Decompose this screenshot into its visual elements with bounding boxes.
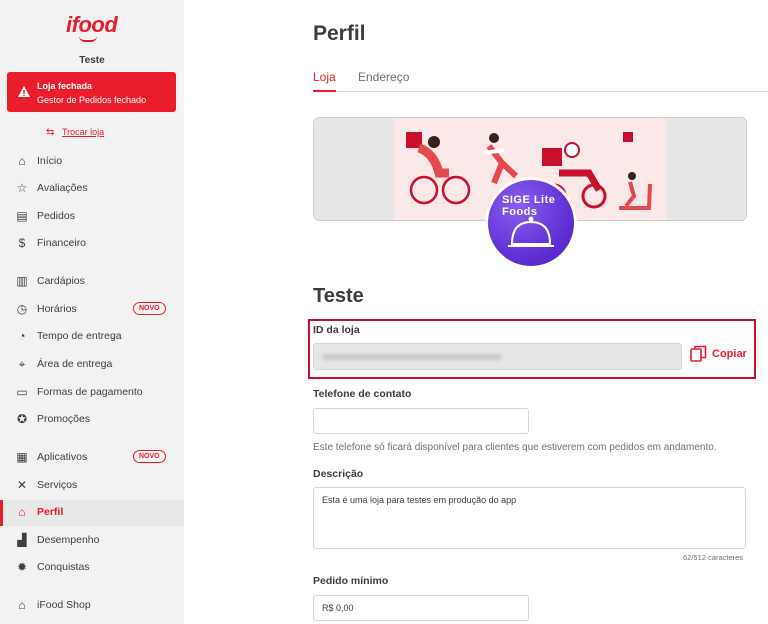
sidebar-item-label: Conquistas — [37, 561, 90, 573]
sidebar-item-avaliacoes[interactable]: ☆ Avaliações — [0, 176, 184, 202]
store-avatar[interactable]: SIGE Lite Foods — [485, 177, 577, 269]
page-title: Perfil — [313, 22, 366, 45]
swap-icon: ⇆ — [46, 127, 55, 138]
sidebar-item-label: Financeiro — [37, 237, 87, 249]
sidebar-item-area-entrega[interactable]: ⌖ Área de entrega — [0, 352, 184, 378]
sidebar-item-label: iFood Shop — [37, 599, 91, 611]
sidebar-item-horarios[interactable]: ◷ Horários NOVO — [0, 297, 184, 323]
store-logo-image: SIGE Lite Foods — [488, 180, 574, 266]
dollar-icon: $ — [18, 236, 26, 250]
copy-icon — [690, 345, 707, 362]
sidebar-item-label: Perfil — [37, 506, 64, 518]
sidebar-item-label: Avaliações — [37, 182, 88, 194]
phone-hint: Este telefone só ficará disponível para … — [313, 442, 717, 453]
sidebar-item-formas-pagamento[interactable]: ▭ Formas de pagamento — [0, 380, 184, 406]
sidebar-item-ifood-shop[interactable]: ⌂ iFood Shop — [0, 593, 184, 619]
sidebar-item-label: Promoções — [37, 413, 91, 425]
sidebar-item-cardapios[interactable]: ▥ Cardápios — [0, 269, 184, 295]
sidebar-item-promocoes[interactable]: ✪ Promoções — [0, 407, 184, 433]
medal-icon: ✹ — [16, 560, 28, 574]
sidebar-item-conquistas[interactable]: ✹ Conquistas — [0, 555, 184, 581]
tools-icon: ✕ — [16, 478, 28, 492]
sidebar-item-label: Aplicativos — [37, 451, 88, 463]
sidebar-item-label: Formas de pagamento — [37, 386, 143, 398]
warning-icon — [18, 86, 30, 97]
description-value: Esta é uma loja para testes em produção … — [322, 495, 517, 505]
menu-book-icon: ▥ — [16, 274, 28, 288]
card-icon: ▭ — [16, 385, 28, 399]
sidebar-item-label: Área de entrega — [37, 358, 113, 370]
store-id-blurred-value — [322, 354, 502, 360]
min-order-label: Pedido mínimo — [313, 575, 389, 587]
promo-icon: ✪ — [16, 412, 28, 426]
phone-label: Telefone de contato — [313, 388, 412, 400]
store-title: Teste — [313, 285, 364, 307]
sidebar-item-label: Tempo de entrega — [37, 330, 122, 342]
tab-loja[interactable]: Loja — [313, 70, 336, 92]
switch-store-link[interactable]: ⇆ Trocar loja — [46, 127, 105, 138]
cloche-icon — [508, 216, 554, 247]
store-name: Teste — [79, 55, 105, 66]
timer-icon: ◔ — [18, 329, 26, 343]
sidebar-item-label: Desempenho — [37, 534, 100, 546]
switch-store-label: Trocar loja — [62, 127, 105, 137]
home-icon: ⌂ — [18, 154, 26, 168]
map-pin-icon: ⌖ — [18, 357, 26, 371]
apps-icon: ▦ — [16, 450, 28, 464]
store-closed-alert[interactable]: Loja fechada Gestor de Pedidos fechado — [7, 72, 176, 112]
sidebar: ifood Teste Loja fechada Gestor de Pedid… — [0, 0, 184, 624]
phone-input[interactable] — [313, 408, 529, 434]
sidebar-item-label: Serviços — [37, 479, 78, 491]
new-badge: NOVO — [133, 450, 166, 463]
alert-subtitle: Gestor de Pedidos fechado — [37, 95, 147, 105]
alert-title: Loja fechada — [37, 81, 93, 91]
profile-tabs: Loja Endereço — [313, 70, 768, 92]
sidebar-item-pedidos[interactable]: ▤ Pedidos — [0, 204, 184, 230]
min-order-input[interactable]: R$ 0,00 — [313, 595, 529, 621]
description-counter: 62/512 caracteres — [683, 553, 744, 562]
description-textarea[interactable]: Esta é uma loja para testes em produção … — [313, 487, 746, 549]
star-icon: ☆ — [16, 181, 28, 195]
copy-label: Copiar — [712, 348, 747, 360]
sidebar-item-label: Início — [37, 155, 63, 167]
sidebar-item-aplicativos[interactable]: ▦ Aplicativos NOVO — [0, 445, 184, 471]
ifood-logo: ifood — [66, 12, 118, 37]
sidebar-item-inicio[interactable]: ⌂ Início — [0, 149, 184, 175]
new-badge: NOVO — [133, 302, 166, 315]
sidebar-item-tempo-entrega[interactable]: ◔ Tempo de entrega — [0, 324, 184, 350]
shop-bag-icon: ⌂ — [18, 598, 26, 612]
chart-icon: ▟ — [17, 533, 27, 547]
sidebar-item-label: Horários — [37, 303, 77, 315]
min-order-value: R$ 0,00 — [322, 603, 354, 613]
tab-endereco[interactable]: Endereço — [358, 70, 409, 84]
store-icon: ⌂ — [18, 505, 26, 519]
sidebar-item-label: Pedidos — [37, 210, 75, 222]
store-id-field[interactable] — [313, 343, 682, 370]
sidebar-item-financeiro[interactable]: $ Financeiro — [0, 231, 184, 257]
sidebar-item-label: Cardápios — [37, 275, 85, 287]
receipt-icon: ▤ — [16, 209, 28, 223]
store-id-label: ID da loja — [313, 324, 360, 336]
sidebar-item-perfil[interactable]: ⌂ Perfil — [0, 500, 184, 526]
description-label: Descrição — [313, 468, 364, 480]
clock-icon: ◷ — [16, 302, 28, 316]
sidebar-item-servicos[interactable]: ✕ Serviços — [0, 473, 184, 499]
sidebar-item-desempenho[interactable]: ▟ Desempenho — [0, 528, 184, 554]
logo-smile-icon — [79, 36, 97, 42]
